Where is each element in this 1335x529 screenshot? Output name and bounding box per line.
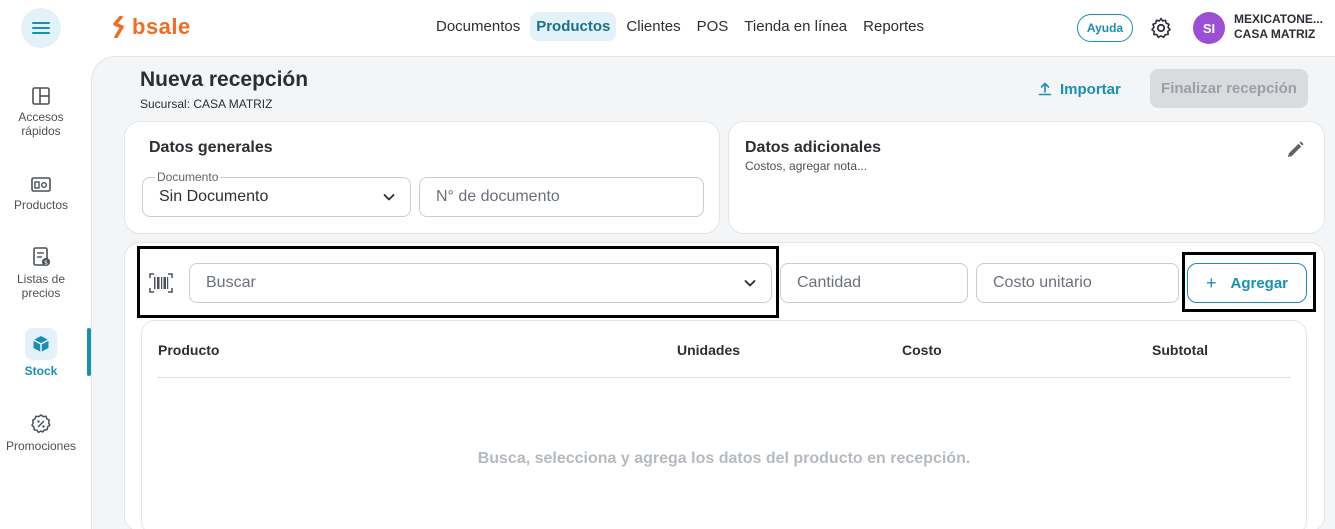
unit-cost-placeholder: Costo unitario [993, 274, 1092, 291]
sidebar-item-accesos-rapidos[interactable]: Accesos rápidos [0, 86, 82, 138]
sidebar-item-listas-de-precios[interactable]: $ Listas de precios [0, 246, 82, 300]
document-value: Sin Documento [159, 188, 269, 205]
column-header-unidades: Unidades [677, 342, 741, 358]
sidebar-label: Promociones [5, 439, 77, 453]
document-select[interactable]: Documento Sin Documento [142, 170, 411, 217]
menu-button[interactable] [21, 8, 61, 48]
avatar[interactable]: SI [1193, 12, 1225, 44]
nav-documentos[interactable]: Documentos [430, 12, 526, 41]
layout-icon [32, 87, 50, 105]
upload-icon [1038, 82, 1052, 96]
table-header-divider [157, 377, 1291, 378]
help-button[interactable]: Ayuda [1077, 14, 1133, 42]
sidebar-label: Productos [13, 198, 69, 212]
additional-data-title: Datos adicionales [745, 139, 882, 156]
highlight-add-button [1182, 252, 1316, 312]
document-number-placeholder: N° de documento [436, 188, 560, 205]
sidebar-item-promociones[interactable]: Promociones [0, 413, 82, 453]
nav-reportes[interactable]: Reportes [857, 12, 930, 41]
box-icon [33, 336, 49, 352]
chevron-down-icon [383, 194, 395, 201]
products-icon [31, 177, 51, 192]
sidebar-item-productos[interactable]: Productos [0, 174, 82, 212]
empty-table-message: Busca, selecciona y agrega los datos del… [477, 450, 971, 467]
logo-text: bsale [132, 14, 191, 39]
sidebar-label: rápidos [21, 124, 61, 138]
additional-data-card[interactable] [728, 121, 1325, 234]
nav-clientes[interactable]: Clientes [620, 12, 686, 41]
main-nav: Documentos Productos Clientes POS Tienda… [430, 12, 930, 41]
price-list-icon: $ [33, 247, 50, 267]
column-header-costo: Costo [902, 342, 942, 358]
column-header-subtotal: Subtotal [1152, 342, 1208, 358]
general-data-title: Datos generales [149, 139, 273, 156]
sidebar-label: Accesos [18, 110, 64, 124]
highlight-search-region [137, 246, 779, 318]
nav-pos[interactable]: POS [691, 12, 735, 41]
discount-icon [31, 414, 51, 434]
gear-icon[interactable] [1149, 16, 1173, 40]
quantity-field[interactable]: Cantidad [780, 263, 968, 303]
sidebar-label: precios [21, 286, 61, 300]
document-label: Documento [155, 170, 221, 184]
nav-productos[interactable]: Productos [530, 12, 617, 41]
quantity-placeholder: Cantidad [797, 274, 862, 291]
sidebar-item-stock[interactable]: Stock [0, 328, 82, 378]
page-subtitle: Sucursal: CASA MATRIZ [140, 97, 273, 111]
svg-text:$: $ [44, 260, 48, 267]
account-name: MEXICATONE... [1234, 12, 1323, 26]
sidebar: Accesos rápidos Productos $ Listas de pr… [0, 56, 91, 529]
hamburger-icon [32, 22, 50, 34]
import-button[interactable]: Importar [1038, 78, 1121, 100]
unit-cost-field[interactable]: Costo unitario [976, 263, 1179, 303]
account-branch: CASA MATRIZ [1234, 27, 1316, 41]
finalize-button[interactable]: Finalizar recepción [1150, 69, 1308, 108]
sidebar-label: Stock [24, 364, 58, 378]
edit-pencil-icon[interactable] [1285, 140, 1305, 160]
sidebar-label: Listas de [16, 272, 66, 286]
bsale-logo[interactable]: bsale [112, 14, 191, 40]
top-bar: bsale Documentos Productos Clientes POS … [0, 0, 1335, 56]
document-number-field[interactable]: N° de documento [419, 177, 704, 217]
logo-mark-icon [113, 16, 124, 38]
column-header-producto: Producto [158, 342, 220, 358]
additional-data-subtitle: Costos, agregar nota... [745, 159, 868, 173]
nav-tienda-en-linea[interactable]: Tienda en línea [738, 12, 853, 41]
page-title: Nueva recepción [140, 68, 309, 91]
import-label: Importar [1060, 80, 1121, 98]
account-info[interactable]: MEXICATONE... CASA MATRIZ [1234, 12, 1323, 42]
